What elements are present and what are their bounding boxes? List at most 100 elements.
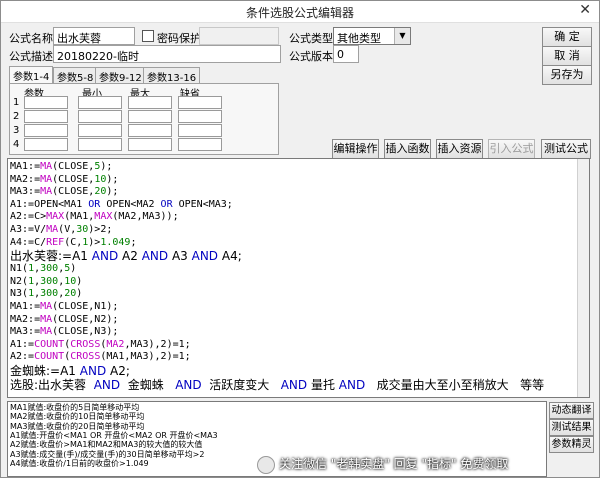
code-token: MA2:= xyxy=(10,313,41,325)
code-token: 1.049 xyxy=(100,236,131,248)
param-cell[interactable] xyxy=(128,124,172,137)
formula-name-input[interactable]: 出水芙蓉 xyxy=(53,27,135,45)
code-token: 300 xyxy=(40,288,59,300)
tab-params-13-16[interactable]: 参数13-16 xyxy=(143,67,201,84)
code-token: (MA2,MA3)); xyxy=(112,211,179,223)
param-cell[interactable] xyxy=(178,96,222,109)
code-token: ,MA3),2)=1; xyxy=(124,338,191,350)
param-cell[interactable] xyxy=(128,110,172,123)
code-line: MA3:=MA(CLOSE,N3); xyxy=(10,326,118,338)
param-cell[interactable] xyxy=(24,110,68,123)
translation-line: MA2赋值:收盘价的10日简单移动平均 xyxy=(10,412,145,422)
editor-scrollbar[interactable] xyxy=(577,159,589,397)
code-line: A2:=COUNT(CROSS(MA1,MA3),2)=1; xyxy=(10,351,191,363)
formula-version-input[interactable]: 0 xyxy=(333,45,359,63)
formula-type-label: 公式类型 xyxy=(289,32,333,45)
code-line: 出水芙蓉:=A1 AND A2 AND A3 AND A4; xyxy=(10,249,242,263)
test-result-button[interactable]: 测试结果 xyxy=(549,419,594,436)
formula-type-value: 其他类型 xyxy=(337,32,381,45)
code-token: 选股:出水芙蓉 xyxy=(10,378,94,392)
param-cell[interactable] xyxy=(128,96,172,109)
wechat-logo-icon xyxy=(257,456,275,474)
insert-resource-button[interactable]: 插入资源 xyxy=(436,139,483,159)
formula-desc-input[interactable]: 20180220-临时 xyxy=(53,45,281,63)
test-formula-button[interactable]: 测试公式 xyxy=(541,139,591,159)
param-cell[interactable] xyxy=(24,124,68,137)
code-token: (C, xyxy=(64,236,83,248)
tab-params-5-8[interactable]: 参数5-8 xyxy=(53,67,98,84)
translation-line: A1赋值:开盘价<MA1 OR 开盘价<MA2 OR 开盘价<MA3 xyxy=(10,430,218,440)
cancel-button[interactable]: 取 消 xyxy=(542,46,592,66)
param-cell[interactable] xyxy=(24,96,68,109)
formula-code-editor[interactable]: MA1:=MA(CLOSE,5); MA2:=MA(CLOSE,10); MA3:=… xyxy=(7,158,590,398)
code-token: MA xyxy=(40,173,53,185)
formula-editor-window: 条件选股公式编辑器 ✕ 公式名称 出水芙蓉 密码保护 公式类型 其他类型 ▼ 公… xyxy=(0,0,600,478)
code-token: )>2; xyxy=(88,224,113,235)
param-cell[interactable] xyxy=(78,138,122,151)
translation-line: MA1赋值:收盘价的5日简单移动平均 xyxy=(10,403,140,412)
import-formula-button[interactable]: 引入公式 xyxy=(488,139,535,159)
save-as-button[interactable]: 另存为 xyxy=(542,65,592,85)
formula-desc-label: 公式描述 xyxy=(9,50,53,63)
code-line: MA3:=MA(CLOSE,20); xyxy=(10,186,118,198)
param-cell[interactable] xyxy=(78,124,122,137)
param-cell[interactable] xyxy=(78,110,122,123)
param-cell[interactable] xyxy=(178,138,222,151)
param-wizard-button[interactable]: 参数精灵 xyxy=(549,436,594,453)
code-token: OR xyxy=(160,198,173,210)
code-line: N2(1,300,10) xyxy=(10,276,82,288)
code-token: 出水芙蓉:=A1 xyxy=(10,249,92,264)
insert-function-button[interactable]: 插入函数 xyxy=(384,139,431,159)
code-token: (CLOSE, xyxy=(52,173,95,185)
code-token: (CLOSE,N1); xyxy=(52,301,119,312)
formula-version-label: 公式版本 xyxy=(289,50,333,63)
code-line: A3:=V/MA(V,30)>2; xyxy=(10,224,112,236)
code-token: ); xyxy=(100,161,113,172)
param-cell[interactable] xyxy=(24,138,68,151)
code-token: MAX xyxy=(46,211,65,223)
formula-type-select[interactable]: 其他类型 ▼ xyxy=(333,27,411,45)
param-cell[interactable] xyxy=(128,138,172,151)
code-line: A2:=C>MAX(MA1,MAX(MA2,MA3)); xyxy=(10,211,179,223)
code-token: COUNT xyxy=(34,351,65,363)
code-token: A3:=V/ xyxy=(10,224,47,235)
code-token: A4; xyxy=(218,249,242,264)
code-token: OPEN<MA3; xyxy=(172,198,233,210)
code-token: (MA1,MA3),2)=1; xyxy=(100,351,191,363)
code-token: 金蜘蛛:=A1 xyxy=(10,364,80,378)
ok-button[interactable]: 确 定 xyxy=(542,27,592,47)
code-token: 300 xyxy=(40,263,59,275)
window-title: 条件选股公式编辑器 xyxy=(245,6,354,20)
code-token: ); xyxy=(106,173,119,185)
code-token: ) xyxy=(76,275,83,287)
code-line: 金蜘蛛:=A1 AND A2; xyxy=(10,364,130,378)
password-input xyxy=(199,27,279,45)
code-token: MA xyxy=(40,313,53,325)
code-token: AND xyxy=(338,378,366,392)
code-token: (CLOSE, xyxy=(52,186,95,198)
param-table: 参数 最小 最大 缺省 1 2 3 4 xyxy=(9,83,279,155)
code-token: (V, xyxy=(58,224,77,235)
param-cell[interactable] xyxy=(178,110,222,123)
param-cell[interactable] xyxy=(78,96,122,109)
code-line: A1:=COUNT(CROSS(MA2,MA3),2)=1; xyxy=(10,339,191,351)
translation-line: A4赋值:收盘价/1日前的收盘价>1.049 xyxy=(10,458,149,468)
code-token: A1:=OPEN<MA1 xyxy=(10,198,89,210)
code-token: (CLOSE, xyxy=(52,161,95,172)
code-token: COUNT xyxy=(34,338,65,350)
tab-params-9-12[interactable]: 参数9-12 xyxy=(95,67,146,84)
dynamic-translate-button[interactable]: 动态翻译 xyxy=(549,402,594,419)
code-token: AND xyxy=(93,378,121,392)
code-token: AND xyxy=(191,249,219,264)
code-token: (CLOSE,N3); xyxy=(52,326,119,338)
edit-ops-button[interactable]: 编辑操作 xyxy=(332,139,379,159)
close-icon[interactable]: ✕ xyxy=(579,2,591,18)
tab-params-1-4[interactable]: 参数1-4 xyxy=(9,66,54,84)
code-token: MA3:= xyxy=(10,186,41,198)
translation-line: MA3赋值:收盘价的20日简单移动平均 xyxy=(10,421,145,431)
password-checkbox[interactable] xyxy=(142,30,154,42)
param-cell[interactable] xyxy=(178,124,222,137)
code-token: MA1:= xyxy=(10,301,41,312)
code-token: 量托 xyxy=(307,378,339,392)
code-line: MA2:=MA(CLOSE,10); xyxy=(10,174,118,186)
